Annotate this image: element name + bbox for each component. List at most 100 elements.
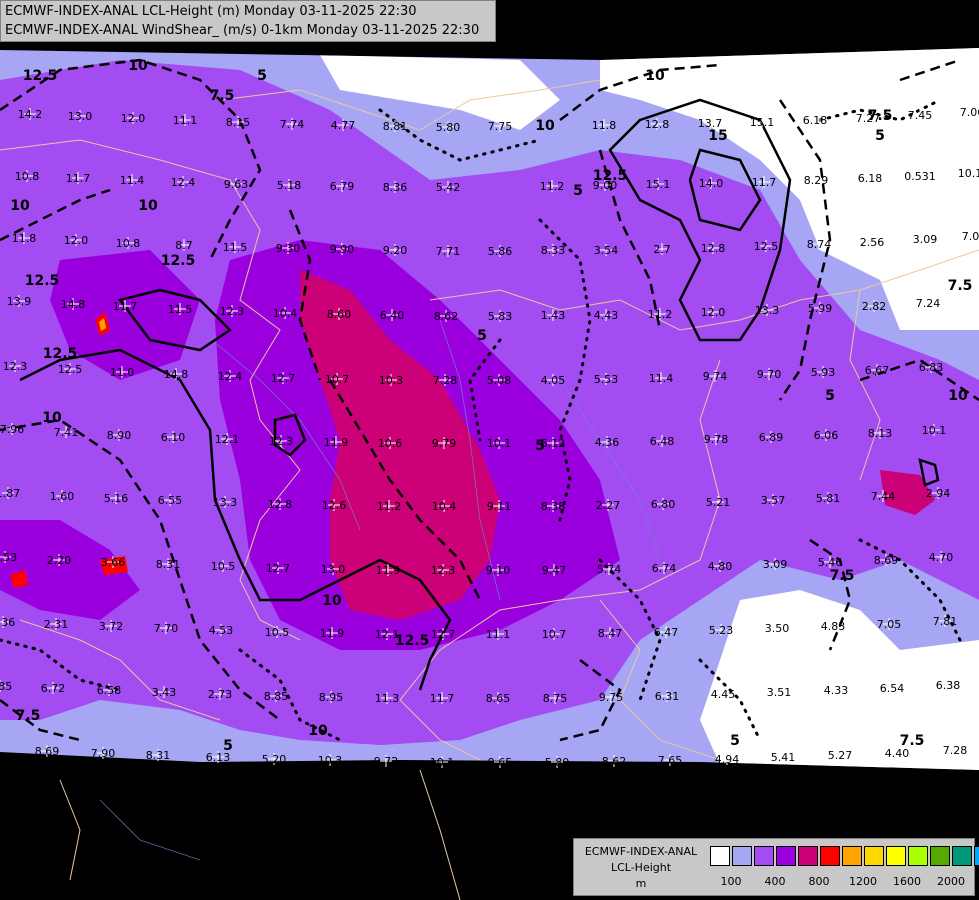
legend-swatch [930,846,950,866]
contour-label: 7.5 [830,568,855,584]
contour-label: 7.5 [868,108,893,124]
station-value: 8.47 [598,627,623,640]
station-value: 8.62 [434,310,459,323]
station-value: 11.2 [377,500,402,513]
station-value: 1.53 [0,551,17,564]
contour-label: 5 [535,438,545,454]
station-value: 15.1 [750,116,775,129]
station-value: 11.2 [540,180,565,193]
station-value: 5.99 [808,302,833,315]
station-value: 7.74 [280,118,305,131]
station-value: 10.5 [211,560,236,573]
station-value: 12.5 [58,363,83,376]
station-value: 3.54 [594,244,619,257]
station-value: 7.05 [877,618,902,631]
contour-label: 10 [948,388,968,404]
station-value: 12.7 [431,628,456,641]
station-value: 12.8 [701,242,726,255]
station-value: 9.65 [488,756,513,769]
station-value: 12.7 [271,372,296,385]
legend-swatch [842,846,862,866]
station-value: 3.50 [765,622,790,635]
station-value: 9.20 [383,244,408,257]
station-value: 10.4 [273,307,298,320]
station-value: 7.70 [154,622,179,635]
station-value: 3.72 [99,620,124,633]
contour-label: 5 [477,328,487,344]
station-value: 5.74 [597,563,622,576]
station-value: 6.18 [858,172,883,185]
station-value: 11.4 [120,174,145,187]
station-value: 6.74 [652,562,677,575]
legend-swatches [710,846,979,866]
station-value: 12.6 [322,499,347,512]
station-value: 4.80 [708,560,733,573]
station-value: 7.90 [91,747,116,760]
station-value: 2.27 [596,499,621,512]
station-value: 10.1 [487,437,512,450]
station-value: 9.63 [224,178,249,191]
station-value: 1.43 [541,309,566,322]
station-value: 7.65 [658,754,683,767]
station-value: 5.23 [709,624,734,637]
station-value: 6.55 [158,494,183,507]
station-value: 11.7 [66,172,91,185]
station-value: 7.24 [916,297,941,310]
station-value: 11.2 [648,308,673,321]
station-value: 9.74 [703,370,728,383]
station-value: 12.8 [268,498,293,511]
station-value: 11.7 [430,692,455,705]
station-value: 9.70 [757,368,782,381]
station-value: 8.29 [804,174,829,187]
station-value: 4.53 [209,624,234,637]
station-value: 8.81 [383,120,408,133]
station-value: 10.8 [15,170,40,183]
station-value: 9.79 [432,437,457,450]
station-value: 7.01 [962,230,979,243]
station-value: 10.4 [432,500,457,513]
legend-swatch [886,846,906,866]
weather-map: 14.2 13.0 12.0 11.1 8.15 7.74 4.77 8.81 5.80 7.75… [0,0,979,900]
station-value: 13.3 [755,304,780,317]
legend-tick-label: 2000 [937,875,965,888]
station-value: 8.62 [602,755,627,768]
station-value: 3.57 [761,494,786,507]
station-value: 4.77 [331,119,356,132]
contour-label: 15 [708,128,727,144]
station-value: 11.1 [173,114,198,127]
station-value: 4.85 [0,680,12,693]
contour-label: 5 [573,183,583,199]
contour-label: 12.5 [593,168,628,184]
station-value: 4.70 [929,551,954,564]
contour-label: 10 [138,198,158,214]
station-value: 10.7 [542,628,567,641]
station-value: 13.0 [321,563,346,576]
station-value: 11.9 [320,627,345,640]
contour-label: 10 [128,58,148,74]
legend-swatch [908,846,928,866]
station-value: 2.82 [862,300,887,313]
station-value: 9.10 [486,564,511,577]
station-value: 6.89 [759,431,784,444]
station-value: 15.1 [646,178,671,191]
station-value: 2.94 [926,487,951,500]
station-value: 2.20 [47,554,72,567]
station-value: 6.47 [654,626,679,639]
legend-unit: m [635,877,647,890]
station-value: 7.45 [908,109,933,122]
legend-tick-label: 400 [764,875,786,888]
legend-variable: LCL-Height [610,861,672,874]
station-value: 14.8 [164,368,189,381]
station-value: 9.78 [704,433,729,446]
station-value: 11.7 [113,300,138,313]
station-value: 14.0 [699,177,724,190]
station-value: 11.1 [486,628,511,641]
station-value: 8.7 [175,239,193,252]
station-value: 6.54 [880,682,905,695]
station-value: 8.85 [264,690,289,703]
contour-label: 10 [322,593,342,609]
station-value: 8.38 [541,500,566,513]
station-value: 8.31 [156,558,181,571]
station-value: 6.38 [936,679,961,692]
station-value: 6.58 [97,684,122,697]
